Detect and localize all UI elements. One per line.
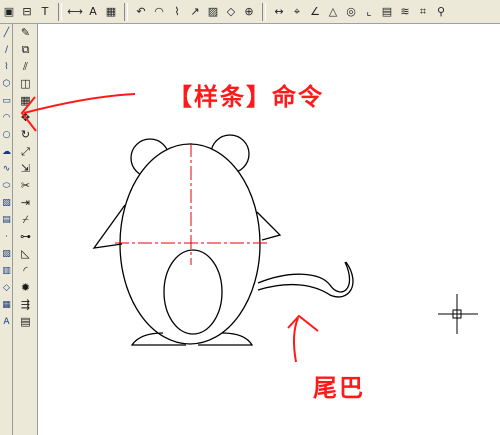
tail-arrow bbox=[292, 317, 299, 363]
spline-arrow bbox=[23, 93, 136, 114]
crosshair-cursor bbox=[438, 294, 478, 334]
spline-command-label: 【样条】命令 bbox=[168, 82, 324, 111]
drawing-svg bbox=[20, 93, 478, 363]
right-arm bbox=[256, 211, 282, 241]
tail-arrow-head bbox=[287, 314, 319, 332]
tail-label: 尾巴 bbox=[313, 373, 365, 402]
spline-arrow-head bbox=[20, 96, 37, 132]
body-ellipse bbox=[119, 143, 261, 345]
tail-spline bbox=[257, 261, 354, 298]
